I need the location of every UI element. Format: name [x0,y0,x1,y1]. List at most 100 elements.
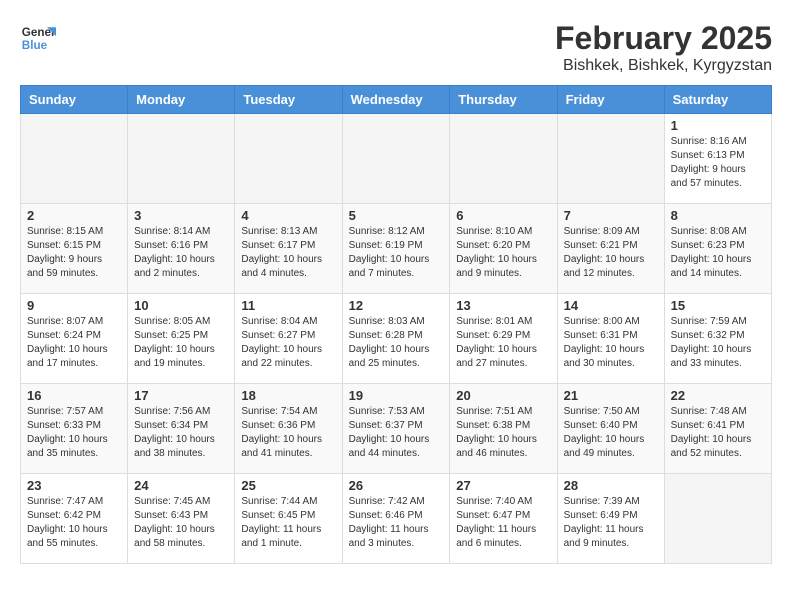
day-info: Sunrise: 7:57 AM Sunset: 6:33 PM Dayligh… [27,405,121,461]
day-info: Sunrise: 7:51 AM Sunset: 6:38 PM Dayligh… [456,405,550,461]
calendar-week-0: 1 Sunrise: 8:16 AM Sunset: 6:13 PM Daylig… [21,114,772,204]
calendar-cell: 17Sunrise: 7:56 AM Sunset: 6:34 PM Dayli… [128,384,235,474]
calendar-cell: 5Sunrise: 8:12 AM Sunset: 6:19 PM Daylig… [342,204,450,294]
weekday-header-row: SundayMondayTuesdayWednesdayThursdayFrid… [21,86,772,114]
day-number: 28 [564,478,658,493]
day-info: Sunrise: 7:40 AM Sunset: 6:47 PM Dayligh… [456,495,550,551]
logo: General Blue General Blue [20,20,60,56]
calendar-week-4: 23 Sunrise: 7:47 AM Sunset: 6:42 PM Dayli… [21,474,772,564]
weekday-header-friday: Friday [557,86,664,114]
day-info: Sunrise: 7:44 AM Sunset: 6:45 PM Dayligh… [241,495,335,551]
calendar-cell [128,114,235,204]
day-number: 20 [456,388,550,403]
day-number: 4 [241,208,335,223]
day-info: Sunrise: 8:09 AM Sunset: 6:21 PM Dayligh… [564,225,658,281]
calendar-week-3: 16 Sunrise: 7:57 AM Sunset: 6:33 PM Dayli… [21,384,772,474]
logo-icon: General Blue [20,20,56,56]
day-number: 1 [671,118,765,133]
day-info: Sunrise: 8:12 AM Sunset: 6:19 PM Dayligh… [349,225,444,281]
calendar-cell: 10 Sunrise: 8:05 AM Sunset: 6:25 PM Dayli… [128,294,235,384]
day-number: 26 [349,478,444,493]
day-number: 8 [671,208,765,223]
weekday-header-monday: Monday [128,86,235,114]
day-info: Sunrise: 8:16 AM Sunset: 6:13 PM Dayligh… [671,135,765,191]
day-info: Sunrise: 8:08 AM Sunset: 6:23 PM Dayligh… [671,225,765,281]
day-number: 25 [241,478,335,493]
calendar-week-1: 2 Sunrise: 8:15 AM Sunset: 6:15 PM Daylig… [21,204,772,294]
day-info: Sunrise: 7:42 AM Sunset: 6:46 PM Dayligh… [349,495,444,551]
day-info: Sunrise: 7:53 AM Sunset: 6:37 PM Dayligh… [349,405,444,461]
calendar-cell: 1 Sunrise: 8:16 AM Sunset: 6:13 PM Daylig… [664,114,771,204]
day-info: Sunrise: 7:50 AM Sunset: 6:40 PM Dayligh… [564,405,658,461]
weekday-header-thursday: Thursday [450,86,557,114]
calendar-cell: 6Sunrise: 8:10 AM Sunset: 6:20 PM Daylig… [450,204,557,294]
title-block: February 2025 Bishkek, Bishkek, Kyrgyzst… [555,20,772,75]
day-info: Sunrise: 8:13 AM Sunset: 6:17 PM Dayligh… [241,225,335,281]
calendar-cell: 13 Sunrise: 8:01 AM Sunset: 6:29 PM Dayli… [450,294,557,384]
weekday-header-wednesday: Wednesday [342,86,450,114]
calendar-cell: 26 Sunrise: 7:42 AM Sunset: 6:46 PM Dayli… [342,474,450,564]
calendar-cell [342,114,450,204]
day-number: 11 [241,298,335,313]
calendar-cell: 16 Sunrise: 7:57 AM Sunset: 6:33 PM Dayli… [21,384,128,474]
day-info: Sunrise: 7:47 AM Sunset: 6:42 PM Dayligh… [27,495,121,551]
calendar-cell [21,114,128,204]
day-info: Sunrise: 7:59 AM Sunset: 6:32 PM Dayligh… [671,315,765,371]
day-number: 19 [349,388,444,403]
calendar-cell: 12 Sunrise: 8:03 AM Sunset: 6:28 PM Dayli… [342,294,450,384]
calendar-cell: 24Sunrise: 7:45 AM Sunset: 6:43 PM Dayli… [128,474,235,564]
calendar-cell: 25 Sunrise: 7:44 AM Sunset: 6:45 PM Dayli… [235,474,342,564]
day-number: 27 [456,478,550,493]
day-info: Sunrise: 8:03 AM Sunset: 6:28 PM Dayligh… [349,315,444,371]
day-number: 15 [671,298,765,313]
calendar-cell: 21 Sunrise: 7:50 AM Sunset: 6:40 PM Dayli… [557,384,664,474]
day-number: 13 [456,298,550,313]
calendar-cell: 7 Sunrise: 8:09 AM Sunset: 6:21 PM Daylig… [557,204,664,294]
calendar-cell: 28 Sunrise: 7:39 AM Sunset: 6:49 PM Dayli… [557,474,664,564]
weekday-header-saturday: Saturday [664,86,771,114]
calendar-table: SundayMondayTuesdayWednesdayThursdayFrid… [20,85,772,564]
day-info: Sunrise: 8:05 AM Sunset: 6:25 PM Dayligh… [134,315,228,371]
weekday-header-sunday: Sunday [21,86,128,114]
day-info: Sunrise: 7:48 AM Sunset: 6:41 PM Dayligh… [671,405,765,461]
calendar-week-2: 9 Sunrise: 8:07 AM Sunset: 6:24 PM Daylig… [21,294,772,384]
day-number: 14 [564,298,658,313]
day-number: 9 [27,298,121,313]
day-number: 21 [564,388,658,403]
day-number: 12 [349,298,444,313]
calendar-cell: 20 Sunrise: 7:51 AM Sunset: 6:38 PM Dayli… [450,384,557,474]
calendar-cell: 14Sunrise: 8:00 AM Sunset: 6:31 PM Dayli… [557,294,664,384]
calendar-cell: 19 Sunrise: 7:53 AM Sunset: 6:37 PM Dayli… [342,384,450,474]
weekday-header-tuesday: Tuesday [235,86,342,114]
day-info: Sunrise: 8:07 AM Sunset: 6:24 PM Dayligh… [27,315,121,371]
calendar-cell: 27 Sunrise: 7:40 AM Sunset: 6:47 PM Dayli… [450,474,557,564]
month-title: February 2025 [555,20,772,57]
day-number: 18 [241,388,335,403]
day-info: Sunrise: 8:04 AM Sunset: 6:27 PM Dayligh… [241,315,335,371]
day-number: 23 [27,478,121,493]
calendar-cell [235,114,342,204]
calendar-cell: 22 Sunrise: 7:48 AM Sunset: 6:41 PM Dayli… [664,384,771,474]
day-number: 3 [134,208,228,223]
day-number: 6 [456,208,550,223]
day-number: 24 [134,478,228,493]
calendar-cell: 9 Sunrise: 8:07 AM Sunset: 6:24 PM Daylig… [21,294,128,384]
day-number: 16 [27,388,121,403]
calendar-cell: 3Sunrise: 8:14 AM Sunset: 6:16 PM Daylig… [128,204,235,294]
page-header: General Blue General Blue February 2025 … [20,20,772,75]
location-title: Bishkek, Bishkek, Kyrgyzstan [555,57,772,75]
day-number: 10 [134,298,228,313]
day-info: Sunrise: 8:01 AM Sunset: 6:29 PM Dayligh… [456,315,550,371]
svg-text:Blue: Blue [22,39,48,52]
calendar-cell [557,114,664,204]
calendar-cell: 18 Sunrise: 7:54 AM Sunset: 6:36 PM Dayli… [235,384,342,474]
calendar-cell: 15 Sunrise: 7:59 AM Sunset: 6:32 PM Dayli… [664,294,771,384]
day-number: 2 [27,208,121,223]
calendar-cell: 2 Sunrise: 8:15 AM Sunset: 6:15 PM Daylig… [21,204,128,294]
day-info: Sunrise: 7:39 AM Sunset: 6:49 PM Dayligh… [564,495,658,551]
day-info: Sunrise: 7:54 AM Sunset: 6:36 PM Dayligh… [241,405,335,461]
day-info: Sunrise: 8:15 AM Sunset: 6:15 PM Dayligh… [27,225,121,281]
day-number: 22 [671,388,765,403]
day-info: Sunrise: 7:56 AM Sunset: 6:34 PM Dayligh… [134,405,228,461]
day-number: 7 [564,208,658,223]
